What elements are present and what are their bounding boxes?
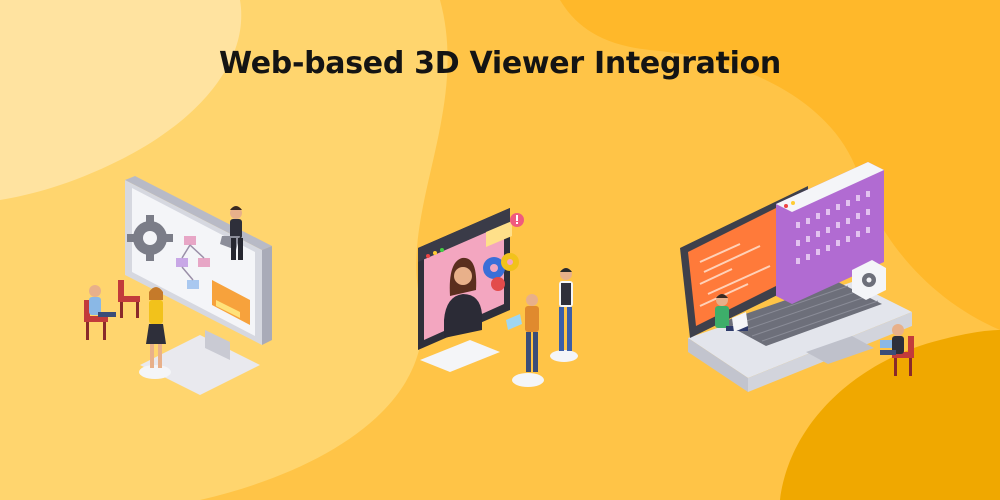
person-vest: [550, 268, 578, 362]
person-orange: [506, 294, 544, 387]
monitor-flowchart-team: [84, 176, 272, 395]
video-call-collaboration: [418, 208, 578, 387]
chair-right: [118, 280, 140, 318]
illustrations: [84, 162, 914, 395]
banner-canvas: Web-based 3D Viewer Integration: [0, 0, 1000, 500]
alert-icon: [510, 213, 524, 227]
person-seated: [89, 285, 116, 317]
laptop-code-binary: [680, 162, 914, 392]
